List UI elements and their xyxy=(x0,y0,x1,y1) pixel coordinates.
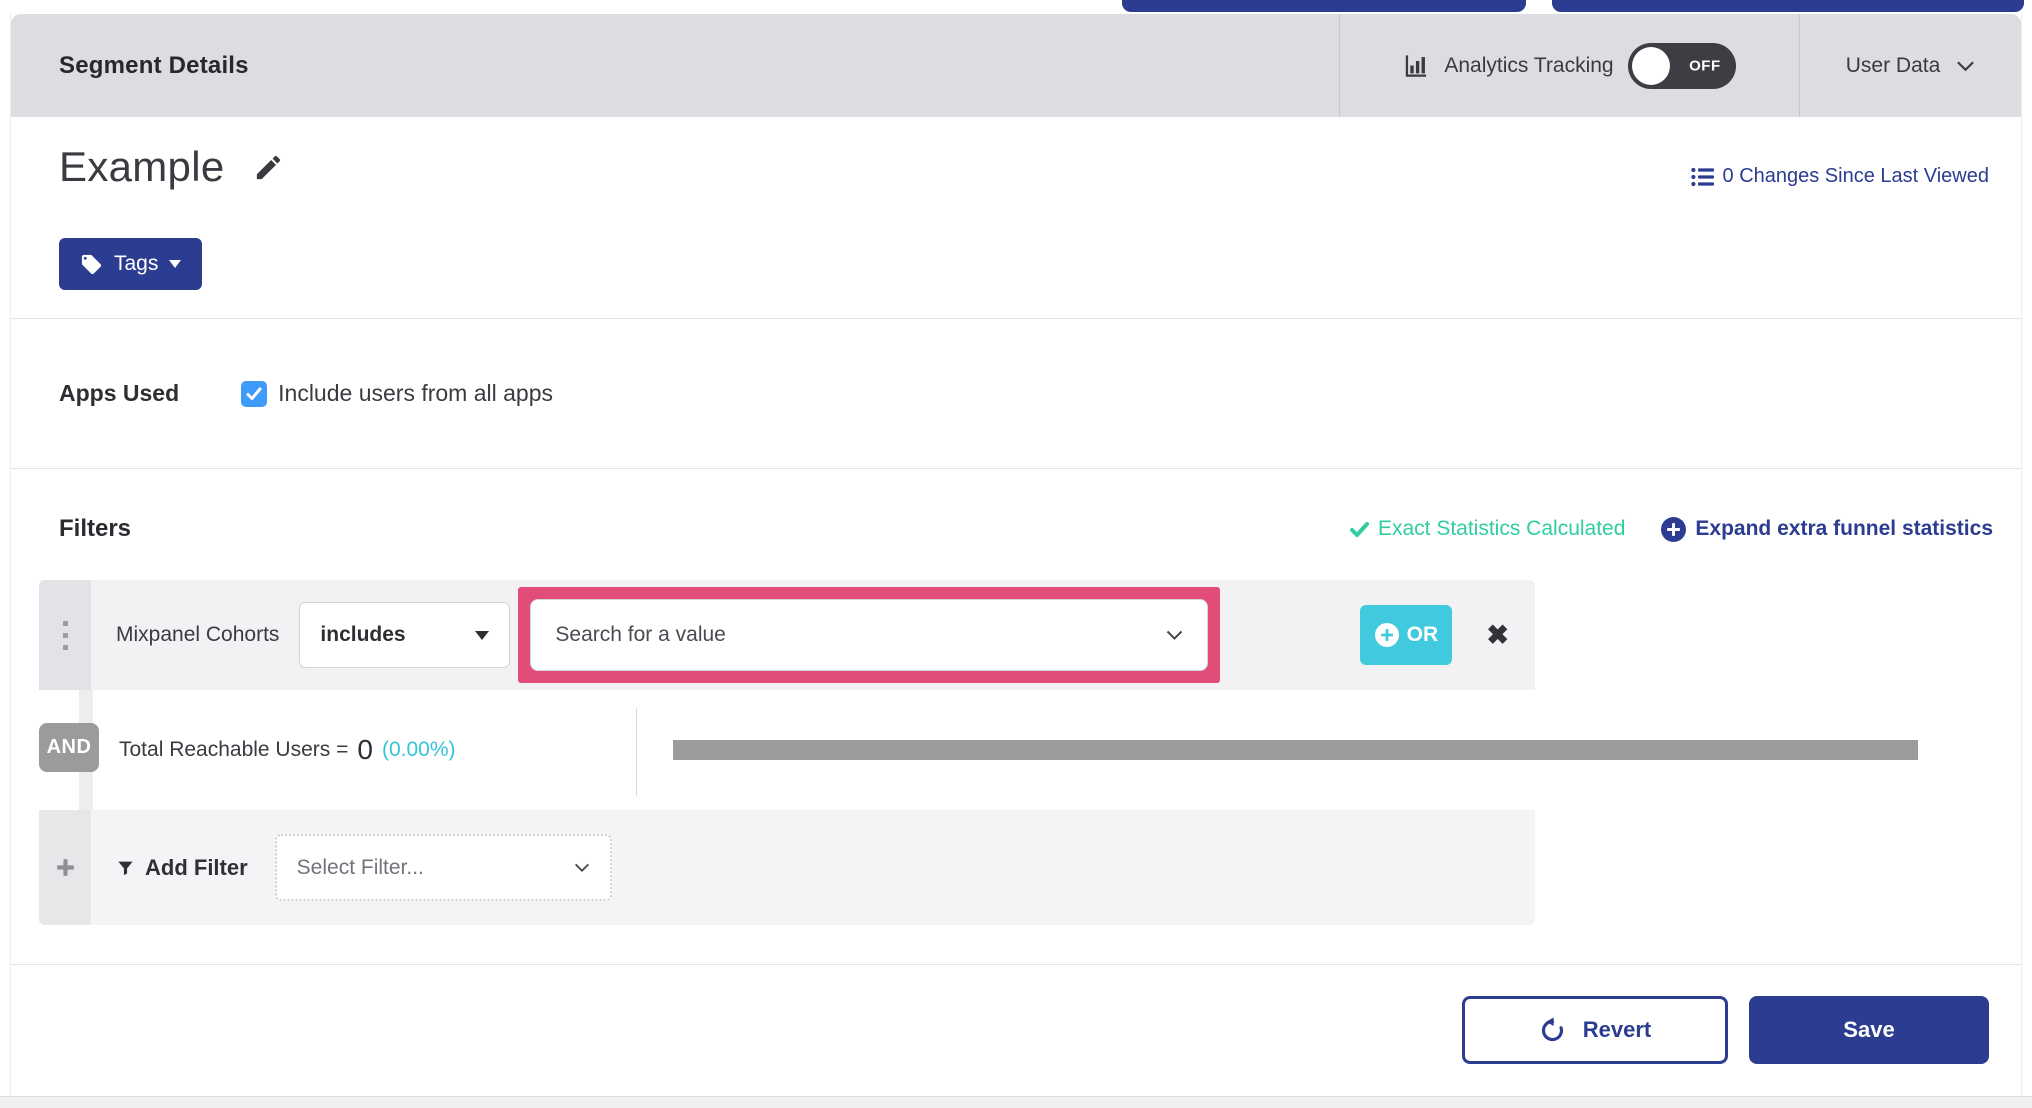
highlight-outline: Search for a value xyxy=(518,587,1221,683)
add-filter-gutter xyxy=(39,810,91,925)
reachable-users-progress-bar xyxy=(673,740,1918,760)
plus-circle-icon xyxy=(1661,516,1687,542)
filter-card: Mixpanel Cohorts includes Search for a v… xyxy=(39,580,1918,925)
title-section: Example 0 Changes Since Last Viewed Tags xyxy=(11,117,2021,319)
edit-pencil-icon[interactable] xyxy=(253,152,284,183)
add-filter-row: Add Filter Select Filter... xyxy=(39,810,1535,925)
caret-down-icon xyxy=(475,630,490,640)
chevron-down-icon xyxy=(574,863,590,873)
actions-section: Revert Save xyxy=(11,965,2021,1095)
reachable-users-label: Total Reachable Users = xyxy=(119,738,349,761)
user-data-dropdown[interactable]: User Data xyxy=(1799,14,2021,117)
revert-button-label: Revert xyxy=(1582,1017,1652,1042)
chevron-down-icon xyxy=(1956,60,1975,72)
bar-chart-icon xyxy=(1403,52,1430,79)
reachable-users-value: 0 xyxy=(357,734,373,765)
page-title: Segment Details xyxy=(59,51,249,79)
analytics-tracking-section: Analytics Tracking OFF xyxy=(1339,14,1799,117)
tags-button-label: Tags xyxy=(114,252,159,275)
save-button-label: Save xyxy=(1843,1017,1895,1042)
plus-icon xyxy=(55,857,76,878)
segment-details-panel: Segment Details Analytics Tracking OFF U… xyxy=(10,14,2022,1096)
changes-link-label: 0 Changes Since Last Viewed xyxy=(1722,165,1989,187)
reachable-users-summary: Total Reachable Users = 0 (0.00%) xyxy=(119,690,455,810)
bottom-page-edge xyxy=(0,1096,2032,1108)
plus-circle-icon xyxy=(1374,623,1399,647)
panel-header: Segment Details Analytics Tracking OFF U… xyxy=(11,14,2021,117)
remove-filter-icon[interactable]: ✖ xyxy=(1486,621,1509,649)
select-filter-placeholder: Select Filter... xyxy=(296,855,424,879)
and-conjunction-badge: AND xyxy=(39,723,99,772)
filters-header: Filters Exact Statistics Calculated Expa… xyxy=(59,515,1993,543)
filters-section: Filters Exact Statistics Calculated Expa… xyxy=(11,469,2021,965)
changes-since-last-viewed-link[interactable]: 0 Changes Since Last Viewed xyxy=(1690,165,1989,188)
caret-down-icon xyxy=(169,260,182,268)
revert-icon xyxy=(1539,1016,1566,1044)
operator-value: includes xyxy=(320,623,406,646)
filter-row: Mixpanel Cohorts includes Search for a v… xyxy=(39,580,1535,690)
filters-heading: Filters xyxy=(59,515,132,542)
segment-name-row: Example xyxy=(59,143,284,191)
apps-used-section: Apps Used Include users from all apps xyxy=(11,319,2021,469)
tags-button[interactable]: Tags xyxy=(59,238,203,290)
top-tab-right[interactable] xyxy=(1552,0,2024,12)
chevron-down-icon xyxy=(1166,630,1183,641)
add-or-condition-button[interactable]: OR xyxy=(1360,605,1453,665)
top-tab-left[interactable] xyxy=(1122,0,1526,12)
toggle-state-label: OFF xyxy=(1689,57,1721,74)
save-button[interactable]: Save xyxy=(1749,996,1989,1064)
exact-statistics-status: Exact Statistics Calculated xyxy=(1349,517,1626,541)
drag-dot-icon xyxy=(62,644,68,650)
include-all-apps-label: Include users from all apps xyxy=(278,380,553,406)
drag-dot-icon xyxy=(62,632,68,638)
vertical-divider xyxy=(636,708,637,796)
operator-select[interactable]: includes xyxy=(299,602,511,668)
filter-field-label: Mixpanel Cohorts xyxy=(116,623,280,646)
add-filter-label-group: Add Filter xyxy=(116,855,248,881)
select-filter-dropdown[interactable]: Select Filter... xyxy=(274,834,612,901)
expand-funnel-statistics-link[interactable]: Expand extra funnel statistics xyxy=(1661,516,1993,542)
tag-icon xyxy=(80,253,103,276)
segment-details-page: Segment Details Analytics Tracking OFF U… xyxy=(0,0,2032,1108)
user-data-label: User Data xyxy=(1845,53,1941,77)
check-icon xyxy=(1349,521,1369,537)
filters-header-right: Exact Statistics Calculated Expand extra… xyxy=(1349,516,1993,542)
apps-used-label: Apps Used xyxy=(59,380,180,406)
summary-row: AND Total Reachable Users = 0 (0.00%) xyxy=(39,690,1918,810)
analytics-tracking-label: Analytics Tracking xyxy=(1444,53,1614,77)
add-filter-label: Add Filter xyxy=(145,854,248,880)
value-search-select[interactable]: Search for a value xyxy=(530,599,1209,671)
revert-button[interactable]: Revert xyxy=(1462,996,1728,1064)
drag-handle[interactable] xyxy=(39,580,91,690)
value-search-placeholder: Search for a value xyxy=(555,623,726,646)
reachable-users-percent: (0.00%) xyxy=(381,738,456,761)
list-icon xyxy=(1690,167,1714,187)
expand-funnel-statistics-label: Expand extra funnel statistics xyxy=(1695,517,1993,540)
funnel-icon xyxy=(116,858,135,878)
drag-dot-icon xyxy=(62,620,68,626)
exact-statistics-label: Exact Statistics Calculated xyxy=(1377,517,1626,540)
toggle-knob xyxy=(1631,46,1670,85)
analytics-tracking-toggle[interactable]: OFF xyxy=(1627,42,1736,89)
segment-name: Example xyxy=(59,143,225,190)
include-all-apps-checkbox[interactable] xyxy=(241,380,268,407)
include-all-apps-option: Include users from all apps xyxy=(241,380,553,407)
or-button-label: OR xyxy=(1406,623,1439,646)
